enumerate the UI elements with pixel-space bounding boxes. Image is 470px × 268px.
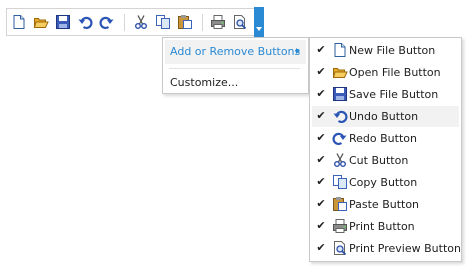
open-file-button[interactable] bbox=[31, 12, 51, 32]
check-icon: ✔ bbox=[316, 197, 326, 210]
toolbar-overflow-button[interactable] bbox=[254, 7, 264, 37]
cut-button[interactable] bbox=[131, 12, 151, 32]
submenu-item-label: Paste Button bbox=[349, 198, 420, 211]
chevron-down-icon bbox=[256, 27, 262, 31]
print-preview-button[interactable] bbox=[230, 12, 250, 32]
submenu-item-print-preview[interactable]: ✔ Print Preview Button bbox=[312, 238, 461, 259]
check-icon: ✔ bbox=[316, 153, 326, 166]
submenu-item-open-file[interactable]: ✔ Open File Button bbox=[312, 62, 459, 83]
submenu-item-copy[interactable]: ✔ Copy Button bbox=[312, 172, 459, 193]
submenu-item-label: Save File Button bbox=[349, 88, 439, 101]
customize-item[interactable]: Customize... bbox=[165, 72, 306, 92]
copy-icon bbox=[333, 175, 347, 189]
save-file-icon bbox=[333, 87, 347, 101]
submenu-item-print[interactable]: ✔ Print Button bbox=[312, 216, 459, 237]
print-preview-icon bbox=[334, 241, 347, 256]
customize-label: Customize... bbox=[170, 76, 239, 89]
undo-icon bbox=[78, 16, 93, 30]
paste-button[interactable] bbox=[175, 12, 195, 32]
print-preview-icon bbox=[234, 15, 247, 30]
add-remove-buttons-label: Add or Remove Buttons bbox=[170, 45, 301, 58]
submenu-item-label: New File Button bbox=[349, 44, 436, 57]
check-icon: ✔ bbox=[316, 131, 326, 144]
submenu-item-label: Redo Button bbox=[349, 132, 417, 145]
check-icon: ✔ bbox=[316, 43, 326, 56]
submenu-item-cut[interactable]: ✔ Cut Button bbox=[312, 150, 459, 171]
cut-icon bbox=[135, 15, 147, 29]
toolbar-options-menu: Add or Remove Buttons Customize... bbox=[162, 37, 309, 94]
save-file-icon bbox=[56, 15, 70, 29]
submenu-item-label: Print Preview Button bbox=[349, 242, 461, 255]
open-file-icon bbox=[332, 68, 348, 78]
new-file-icon bbox=[334, 43, 346, 57]
menu-separator bbox=[169, 68, 300, 69]
paste-icon bbox=[178, 15, 192, 29]
submenu-item-label: Print Button bbox=[349, 220, 415, 233]
submenu-item-paste[interactable]: ✔ Paste Button bbox=[312, 194, 459, 215]
add-remove-buttons-item[interactable]: Add or Remove Buttons bbox=[165, 40, 306, 64]
redo-icon bbox=[99, 16, 114, 30]
new-file-icon bbox=[13, 15, 25, 29]
redo-button[interactable] bbox=[97, 12, 117, 32]
check-icon: ✔ bbox=[316, 175, 326, 188]
check-icon: ✔ bbox=[316, 241, 326, 254]
print-icon bbox=[211, 15, 225, 29]
submenu-item-new-file[interactable]: ✔ New File Button bbox=[312, 40, 459, 61]
undo-icon bbox=[333, 110, 348, 124]
save-file-button[interactable] bbox=[53, 12, 73, 32]
add-remove-buttons-submenu: ✔ New File Button ✔ Open File Button ✔ S… bbox=[309, 37, 462, 262]
new-file-button[interactable] bbox=[9, 12, 29, 32]
check-icon: ✔ bbox=[316, 65, 326, 78]
cut-icon bbox=[334, 153, 346, 167]
submenu-item-undo[interactable]: ✔ Undo Button bbox=[312, 106, 459, 127]
submenu-item-label: Copy Button bbox=[349, 176, 418, 189]
submenu-item-redo[interactable]: ✔ Redo Button bbox=[312, 128, 459, 149]
submenu-item-label: Open File Button bbox=[349, 66, 441, 79]
print-button[interactable] bbox=[208, 12, 228, 32]
redo-icon bbox=[332, 132, 347, 146]
toolbar-separator bbox=[202, 14, 203, 31]
submenu-item-label: Cut Button bbox=[349, 154, 409, 167]
print-icon bbox=[333, 219, 347, 233]
toolbar-separator bbox=[124, 14, 125, 31]
copy-button[interactable] bbox=[153, 12, 173, 32]
paste-icon bbox=[333, 197, 347, 211]
check-icon: ✔ bbox=[316, 109, 326, 122]
submenu-item-save-file[interactable]: ✔ Save File Button bbox=[312, 84, 459, 105]
copy-icon bbox=[156, 15, 170, 29]
toolbar bbox=[6, 8, 255, 36]
undo-button[interactable] bbox=[75, 12, 95, 32]
open-file-icon bbox=[33, 18, 49, 28]
check-icon: ✔ bbox=[316, 219, 326, 232]
submenu-arrow-icon bbox=[296, 48, 300, 54]
submenu-item-label: Undo Button bbox=[349, 110, 419, 123]
check-icon: ✔ bbox=[316, 87, 326, 100]
